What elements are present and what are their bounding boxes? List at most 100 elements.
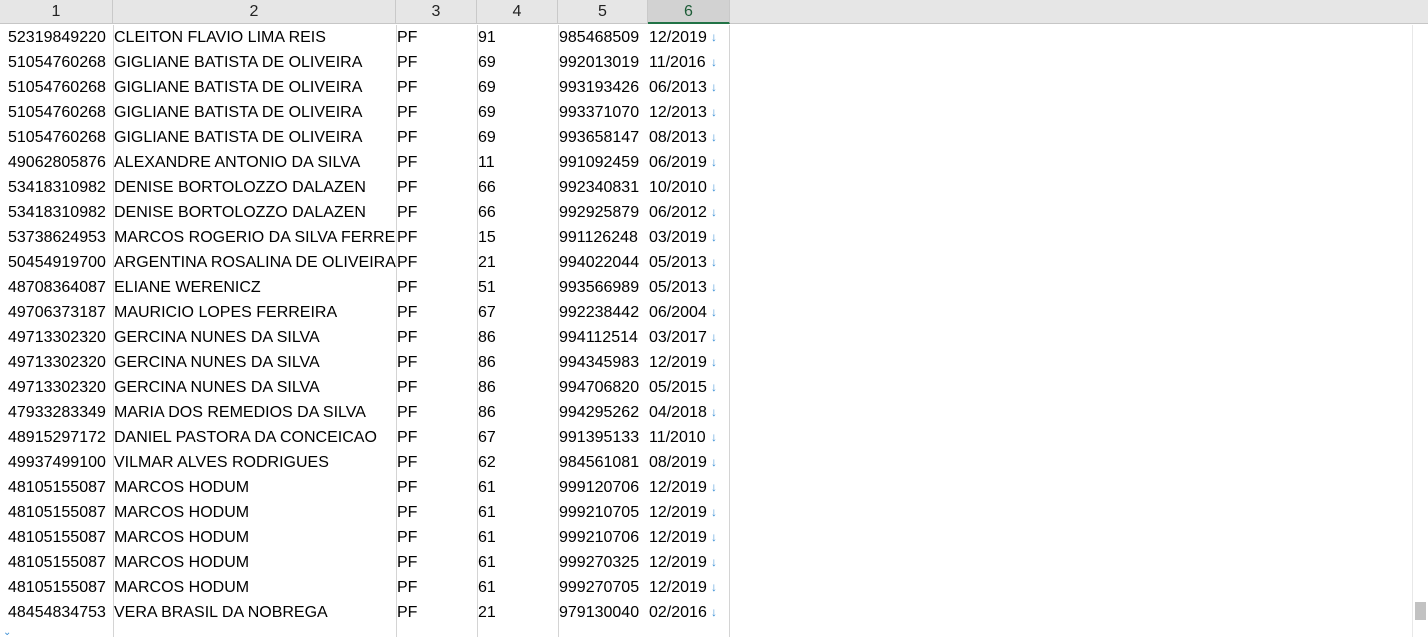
cell-col-1[interactable]: 48708364087 (8, 275, 113, 300)
cell-col-3[interactable]: PF (397, 375, 477, 400)
cell-col-2[interactable]: GERCINA NUNES DA SILVA (114, 375, 396, 400)
cell-col-5[interactable]: 994112514 (559, 325, 648, 350)
cell-col-5[interactable]: 993658147 (559, 125, 648, 150)
cell-col-4[interactable]: 69 (478, 100, 558, 125)
cell-col-4[interactable]: 21 (478, 250, 558, 275)
cell-col-2[interactable]: CLEITON FLAVIO LIMA REIS (114, 25, 396, 50)
cell-col-5[interactable]: 992013019 (559, 50, 648, 75)
cell-col-5[interactable]: 979130040 (559, 600, 648, 625)
cell-col-3[interactable]: PF (397, 225, 477, 250)
cell-col-6[interactable]: 06/2012 (649, 200, 730, 225)
cell-col-6[interactable]: 12/2019 (649, 500, 730, 525)
cell-col-5[interactable]: 992340831 (559, 175, 648, 200)
cell-col-4[interactable]: 67 (478, 300, 558, 325)
cell-col-3[interactable]: PF (397, 450, 477, 475)
cell-col-2[interactable]: DANIEL PASTORA DA CONCEICAO (114, 425, 396, 450)
cell-col-6[interactable]: 12/2019 (649, 525, 730, 550)
cell-col-5[interactable]: 992238442 (559, 300, 648, 325)
cell-col-1[interactable]: 48454834753 (8, 600, 113, 625)
cell-col-5[interactable]: 991126248 (559, 225, 648, 250)
cell-col-6[interactable]: 11/2016 (649, 50, 730, 75)
cell-col-2[interactable]: MARCOS ROGERIO DA SILVA FERREI (114, 225, 396, 250)
cell-col-4[interactable]: 62 (478, 450, 558, 475)
cell-col-3[interactable]: PF (397, 600, 477, 625)
cell-col-4[interactable]: 11 (478, 150, 558, 175)
cell-col-4[interactable]: 86 (478, 325, 558, 350)
cell-col-2[interactable]: VERA BRASIL DA NOBREGA (114, 600, 396, 625)
cell-col-2[interactable]: MARCOS HODUM (114, 575, 396, 600)
cell-col-4[interactable]: 86 (478, 375, 558, 400)
cell-col-3[interactable]: PF (397, 425, 477, 450)
cell-col-5[interactable]: 994022044 (559, 250, 648, 275)
cell-col-1[interactable]: 53738624953 (8, 225, 113, 250)
cell-col-1[interactable]: 48105155087 (8, 475, 113, 500)
cell-col-6[interactable]: 03/2017 (649, 325, 730, 350)
cell-col-4[interactable]: 69 (478, 75, 558, 100)
cell-col-1[interactable]: 49062805876 (8, 150, 113, 175)
cell-col-6[interactable]: 06/2019 (649, 150, 730, 175)
cell-col-2[interactable]: VILMAR ALVES RODRIGUES (114, 450, 396, 475)
cell-col-1[interactable]: 52319849220 (8, 25, 113, 50)
cell-col-3[interactable]: PF (397, 575, 477, 600)
cell-col-6[interactable]: 03/2019 (649, 225, 730, 250)
cell-col-1[interactable]: 53418310982 (8, 200, 113, 225)
cell-col-3[interactable]: PF (397, 25, 477, 50)
cell-col-3[interactable]: PF (397, 150, 477, 175)
cell-col-5[interactable]: 999120706 (559, 475, 648, 500)
cell-col-6[interactable]: 12/2013 (649, 100, 730, 125)
cell-col-3[interactable]: PF (397, 125, 477, 150)
cell-col-6[interactable]: 06/2013 (649, 75, 730, 100)
cell-col-6[interactable]: 06/2004 (649, 300, 730, 325)
cell-col-1[interactable]: 48105155087 (8, 575, 113, 600)
cell-col-2[interactable]: MARCOS HODUM (114, 525, 396, 550)
cell-col-5[interactable]: 994295262 (559, 400, 648, 425)
cell-col-1[interactable]: 53418310982 (8, 175, 113, 200)
cell-col-5[interactable]: 999210706 (559, 525, 648, 550)
cell-col-3[interactable]: PF (397, 275, 477, 300)
cell-col-5[interactable]: 985468509 (559, 25, 648, 50)
cell-col-4[interactable]: 21 (478, 600, 558, 625)
cell-col-3[interactable]: PF (397, 75, 477, 100)
cell-col-2[interactable]: GIGLIANE BATISTA DE OLIVEIRA (114, 125, 396, 150)
cell-col-4[interactable]: 61 (478, 475, 558, 500)
cell-col-3[interactable]: PF (397, 100, 477, 125)
cell-col-6[interactable]: 12/2019 (649, 550, 730, 575)
cell-col-1[interactable]: 51054760268 (8, 100, 113, 125)
cell-col-6[interactable]: 12/2019 (649, 575, 730, 600)
cell-col-2[interactable]: MARCOS HODUM (114, 500, 396, 525)
cell-col-3[interactable]: PF (397, 550, 477, 575)
cell-col-1[interactable]: 51054760268 (8, 125, 113, 150)
cell-col-2[interactable]: MAURICIO LOPES FERREIRA (114, 300, 396, 325)
cell-col-4[interactable]: 91 (478, 25, 558, 50)
cell-col-3[interactable]: PF (397, 475, 477, 500)
cell-col-4[interactable]: 61 (478, 550, 558, 575)
cell-col-6[interactable]: 05/2013 (649, 250, 730, 275)
cell-col-1[interactable]: 48915297172 (8, 425, 113, 450)
cell-col-2[interactable]: GIGLIANE BATISTA DE OLIVEIRA (114, 75, 396, 100)
cell-col-6[interactable]: 05/2013 (649, 275, 730, 300)
cell-col-2[interactable]: ELIANE WERENICZ (114, 275, 396, 300)
cell-col-1[interactable]: 47933283349 (8, 400, 113, 425)
cell-col-1[interactable]: 49713302320 (8, 325, 113, 350)
cell-col-3[interactable]: PF (397, 50, 477, 75)
cell-col-3[interactable]: PF (397, 300, 477, 325)
cell-col-4[interactable]: 61 (478, 525, 558, 550)
cell-col-3[interactable]: PF (397, 500, 477, 525)
cell-col-2[interactable]: GERCINA NUNES DA SILVA (114, 350, 396, 375)
column-header-4[interactable]: 4 (477, 0, 558, 23)
cell-col-6[interactable]: 05/2015 (649, 375, 730, 400)
cell-col-4[interactable]: 66 (478, 175, 558, 200)
cell-col-4[interactable]: 86 (478, 350, 558, 375)
cell-col-4[interactable]: 66 (478, 200, 558, 225)
cell-col-5[interactable]: 999270705 (559, 575, 648, 600)
cell-col-1[interactable]: 48105155087 (8, 500, 113, 525)
cell-col-2[interactable]: GERCINA NUNES DA SILVA (114, 325, 396, 350)
cell-col-2[interactable]: GIGLIANE BATISTA DE OLIVEIRA (114, 100, 396, 125)
cell-col-2[interactable]: GIGLIANE BATISTA DE OLIVEIRA (114, 50, 396, 75)
cell-col-3[interactable]: PF (397, 350, 477, 375)
cell-col-3[interactable]: PF (397, 200, 477, 225)
cell-col-1[interactable]: 50454919700 (8, 250, 113, 275)
cell-col-6[interactable]: 12/2019 (649, 25, 730, 50)
cell-col-5[interactable]: 991092459 (559, 150, 648, 175)
cell-col-4[interactable]: 15 (478, 225, 558, 250)
